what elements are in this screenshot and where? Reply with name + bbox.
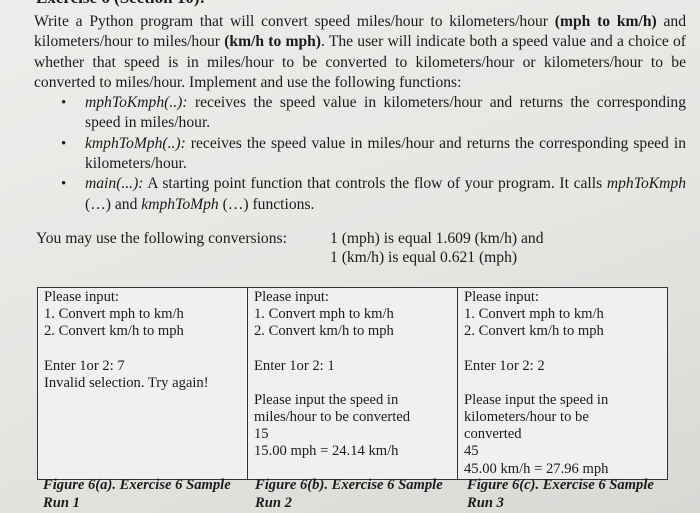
conversions-values: 1 (mph) is equal 1.609 (km/h) and 1 (km/… [330, 229, 544, 267]
figure-captions: Figure 6(a). Exercise 6 Sample Run 1 Fig… [43, 477, 683, 512]
function-item: mphToKmph(..): receives the speed value … [61, 93, 686, 134]
menu-line: 1. Convert mph to km/h [464, 306, 604, 323]
figure-caption: Figure 6(c). Exercise 6 Sample Run 3 [467, 477, 654, 511]
exercise-description: Write a Python program that will convert… [34, 12, 686, 215]
function-name: kmphToMph(..): [85, 134, 186, 152]
figure-caption: Figure 6(b). Exercise 6 Sample Run 2 [255, 477, 443, 511]
menu-line: Please input: [44, 289, 119, 305]
sample-run-cell: Please input: 1. Convert mph to km/h 2. … [247, 287, 458, 480]
conversion-line: 1 (km/h) is equal 0.621 (mph) [330, 249, 518, 266]
prompt-line: Enter 1or 2: 7 [44, 357, 125, 374]
output-line: 45 [464, 443, 479, 460]
function-desc: (…) and [85, 195, 142, 213]
exercise-heading: Exercise 6 (Section 10): [36, 0, 205, 8]
output-line: 15.00 mph = 24.14 km/h [254, 443, 399, 460]
conversions-label: You may use the following conversions: [36, 230, 287, 247]
menu-line: 1. Convert mph to km/h [254, 306, 394, 323]
menu-line: Please input: [464, 289, 539, 305]
menu-line: 2. Convert km/h to mph [464, 323, 604, 340]
function-item: kmphToMph(..): receives the speed value … [61, 134, 686, 175]
function-ref: kmphToMph [141, 195, 219, 213]
menu-line: 2. Convert km/h to mph [44, 323, 184, 340]
sample-runs-table: Please input: 1. Convert mph to km/h 2. … [37, 287, 668, 480]
function-list: mphToKmph(..): receives the speed value … [34, 93, 686, 215]
function-name: main(...): [85, 175, 144, 193]
prompt-line: Enter 1or 2: 1 [254, 357, 335, 374]
intro-text: Write a Python program that will convert… [34, 13, 555, 30]
intro-bold: (km/h to mph) [224, 33, 321, 51]
function-desc: A starting point function that controls … [143, 175, 607, 193]
sample-run-cell: Please input: 1. Convert mph to km/h 2. … [457, 287, 668, 480]
function-ref: mphToKmph [606, 175, 686, 193]
figure-caption: Figure 6(a). Exercise 6 Sample Run 1 [43, 477, 231, 511]
menu-line: 1. Convert mph to km/h [44, 306, 184, 323]
function-item: main(...): A starting point function tha… [61, 174, 686, 215]
intro-bold: (mph to km/h) [554, 13, 657, 30]
output-line: Please input the speed in miles/hour to … [254, 391, 411, 426]
output-line: Please input the speed in kilometers/hou… [464, 391, 609, 443]
menu-line: 2. Convert km/h to mph [254, 323, 394, 340]
conversion-line: 1 (mph) is equal 1.609 (km/h) and [330, 230, 544, 247]
function-name: mphToKmph(..): [85, 94, 188, 112]
output-line: Invalid selection. Try again! [44, 374, 209, 391]
function-desc: (…) functions. [218, 195, 315, 213]
prompt-line: Enter 1or 2: 2 [464, 357, 545, 374]
output-line: 45.00 km/h = 27.96 mph [464, 460, 609, 477]
output-line: 15 [254, 426, 269, 443]
menu-line: Please input: [254, 289, 329, 305]
sample-run-cell: Please input: 1. Convert mph to km/h 2. … [37, 287, 248, 480]
